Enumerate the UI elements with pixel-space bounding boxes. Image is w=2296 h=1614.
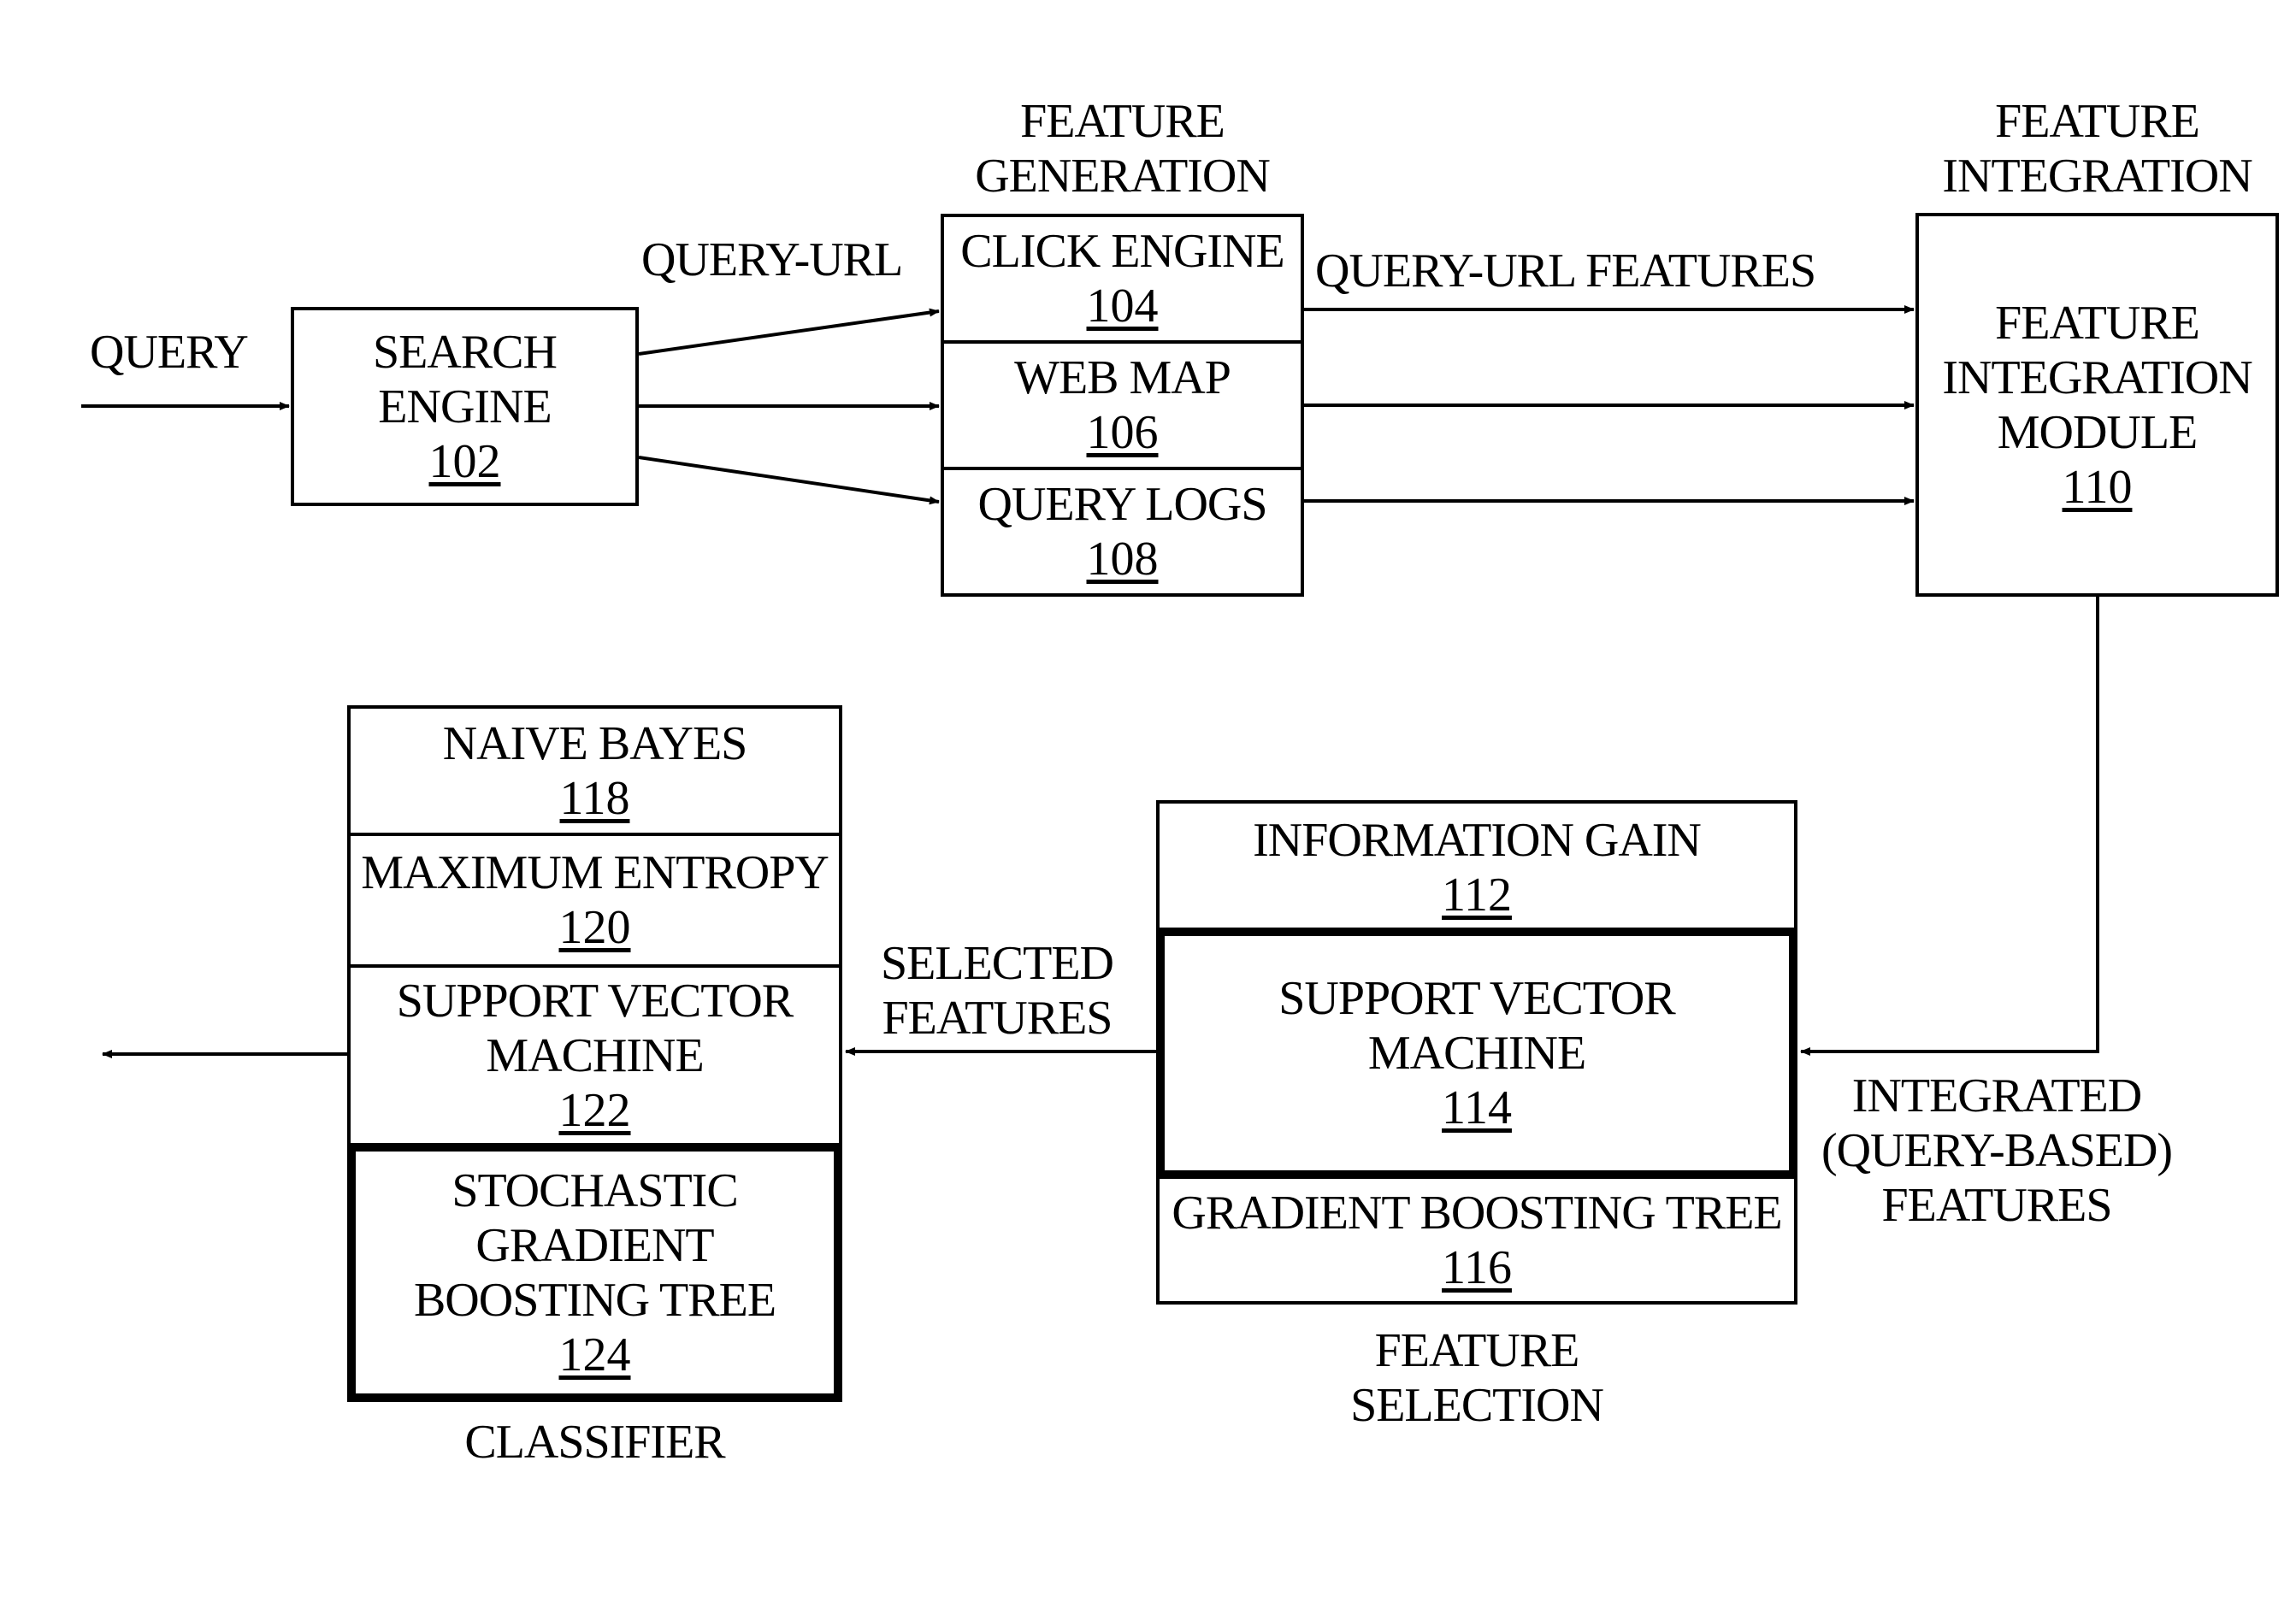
- search-engine-block[interactable]: SEARCH ENGINE 102: [291, 307, 639, 506]
- sgbt-line-2: GRADIENT: [475, 1218, 714, 1272]
- cl-svm-line-2: MACHINE: [486, 1028, 704, 1082]
- naive-bayes-ref: 118: [559, 771, 630, 825]
- information-gain-ref: 112: [1442, 868, 1512, 922]
- classifier-caption: CLASSIFIER: [464, 1416, 725, 1469]
- feature-selection-caption-line-2: SELECTION: [1350, 1379, 1604, 1432]
- arrow-search-to-click-engine: [638, 308, 940, 356]
- integrated-features-label: INTEGRATED (QUERY-BASED) FEATURES: [1809, 1069, 2185, 1233]
- sgbt-ref: 124: [558, 1328, 631, 1381]
- integrated-features-line-1: INTEGRATED: [1851, 1069, 2142, 1122]
- web-map-ref: 106: [1086, 406, 1159, 459]
- query-logs-block[interactable]: QUERY LOGS 108: [941, 467, 1304, 597]
- query-logs-label: QUERY LOGS: [977, 478, 1268, 531]
- information-gain-label: INFORMATION GAIN: [1253, 813, 1702, 867]
- fs-svm-ref: 114: [1442, 1081, 1512, 1134]
- integrated-features-line-3: FEATURES: [1881, 1179, 2113, 1232]
- selected-features-line-1: SELECTED: [881, 937, 1114, 990]
- cl-svm-ref: 122: [558, 1083, 631, 1137]
- information-gain-block[interactable]: INFORMATION GAIN 112: [1156, 800, 1797, 934]
- feature-selection-caption: FEATURE SELECTION: [1156, 1323, 1797, 1433]
- click-engine-label: CLICK ENGINE: [960, 225, 1284, 278]
- gradient-boosting-tree-ref: 116: [1442, 1240, 1512, 1294]
- feature-generation-caption-line-2: GENERATION: [975, 150, 1271, 203]
- arrow-integration-to-selection: [1800, 597, 2099, 1056]
- feature-integration-module-line-1: FEATURE: [1995, 296, 2200, 350]
- search-engine-ref: 102: [428, 434, 501, 488]
- gradient-boosting-tree-block[interactable]: GRADIENT BOOSTING TREE 116: [1156, 1175, 1797, 1305]
- cl-support-vector-machine-block[interactable]: SUPPORT VECTOR MACHINE 122: [347, 964, 842, 1146]
- query-url-features-label: QUERY-URL FEATURES: [1315, 244, 1816, 297]
- cl-svm-line-1: SUPPORT VECTOR: [396, 974, 794, 1028]
- naive-bayes-label: NAIVE BAYES: [442, 716, 748, 770]
- search-engine-line-1: SEARCH: [373, 325, 558, 379]
- arrow-search-to-query-logs: [638, 456, 940, 505]
- feature-generation-caption-line-1: FEATURE: [1020, 95, 1225, 148]
- click-engine-block[interactable]: CLICK ENGINE 104: [941, 214, 1304, 344]
- click-engine-ref: 104: [1086, 280, 1159, 333]
- selected-features-line-2: FEATURES: [882, 992, 1113, 1045]
- integrated-features-line-2: (QUERY-BASED): [1821, 1124, 2173, 1177]
- feature-integration-caption-line-2: INTEGRATION: [1942, 150, 2252, 203]
- feature-integration-caption: FEATURE INTEGRATION: [1915, 94, 2279, 203]
- search-engine-line-2: ENGINE: [378, 380, 552, 433]
- feature-generation-caption: FEATURE GENERATION: [941, 94, 1304, 203]
- selected-features-label: SELECTED FEATURES: [881, 936, 1114, 1046]
- fs-svm-line-1: SUPPORT VECTOR: [1278, 972, 1675, 1025]
- web-map-block[interactable]: WEB MAP 106: [941, 340, 1304, 470]
- naive-bayes-block[interactable]: NAIVE BAYES 118: [347, 705, 842, 836]
- fs-support-vector-machine-block[interactable]: SUPPORT VECTOR MACHINE 114: [1156, 928, 1797, 1179]
- fs-svm-line-2: MACHINE: [1367, 1027, 1586, 1080]
- maximum-entropy-label: MAXIMUM ENTROPY: [361, 846, 829, 899]
- sgbt-line-1: STOCHASTIC: [452, 1163, 738, 1217]
- sgbt-line-3: BOOSTING TREE: [413, 1273, 776, 1327]
- web-map-label: WEB MAP: [1014, 351, 1231, 404]
- feature-integration-module-block[interactable]: FEATURE INTEGRATION MODULE 110: [1915, 213, 2279, 597]
- feature-selection-caption-line-1: FEATURE: [1374, 1324, 1580, 1377]
- query-url-label: QUERY-URL: [641, 233, 903, 286]
- gradient-boosting-tree-label: GRADIENT BOOSTING TREE: [1172, 1186, 1782, 1240]
- query-input-label: QUERY: [90, 326, 249, 379]
- stochastic-gradient-boosting-tree-block[interactable]: STOCHASTIC GRADIENT BOOSTING TREE 124: [347, 1143, 842, 1402]
- feature-integration-module-ref: 110: [2062, 460, 2133, 514]
- feature-integration-module-line-3: MODULE: [1997, 405, 2199, 459]
- query-logs-ref: 108: [1086, 533, 1159, 586]
- maximum-entropy-block[interactable]: MAXIMUM ENTROPY 120: [347, 833, 842, 968]
- maximum-entropy-ref: 120: [558, 901, 631, 954]
- feature-integration-module-line-2: INTEGRATION: [1942, 350, 2252, 404]
- feature-integration-caption-line-1: FEATURE: [1995, 95, 2200, 148]
